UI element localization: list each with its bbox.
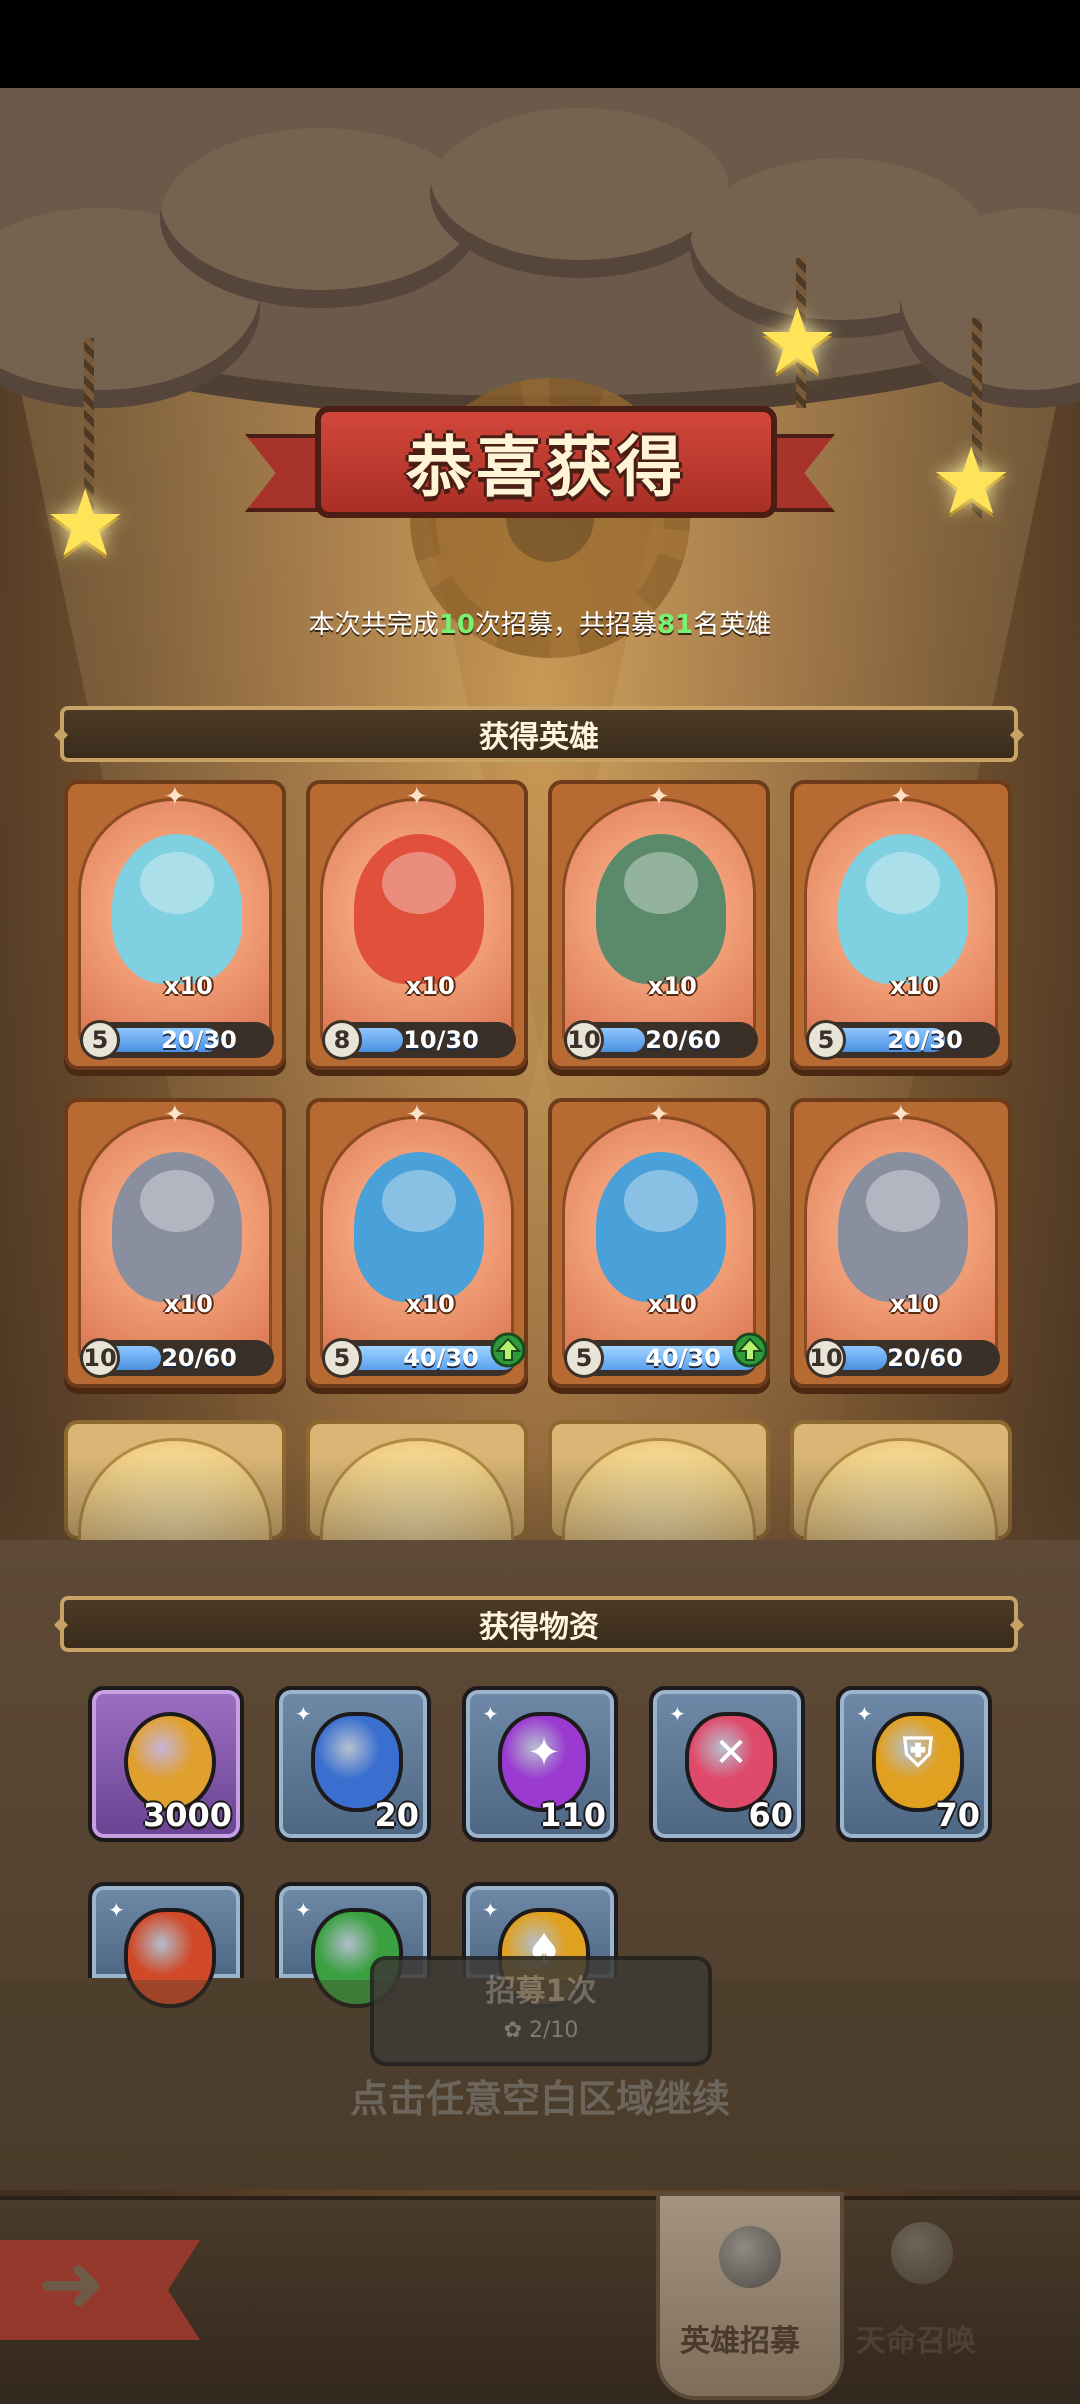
hero-count: x10: [406, 1290, 455, 1318]
item-tile[interactable]: ✦ 20: [275, 1686, 431, 1842]
hero-count: x10: [164, 1290, 213, 1318]
hero-portrait: [838, 1152, 968, 1302]
hero-card[interactable]: ✦ x10 10 20/60: [790, 1098, 1012, 1388]
cloud-puff: [160, 128, 480, 308]
sparkle-icon: ✦: [648, 1100, 670, 1130]
item-tile[interactable]: 3000: [88, 1686, 244, 1842]
item-quantity: 110: [539, 1796, 606, 1834]
sparkle-icon: ✦: [406, 1100, 428, 1130]
continue-hint[interactable]: 点击任意空白区域继续: [0, 2068, 1080, 2123]
hero-portrait: [596, 834, 726, 984]
hero-count: x10: [890, 972, 939, 1000]
sparkle-icon: ✦: [108, 1898, 125, 1922]
hero-level-badge: 5: [806, 1020, 846, 1060]
item-tile[interactable]: ✦: [88, 1882, 244, 2008]
sparkle-icon: ✦: [890, 1100, 912, 1130]
hero-level-badge: 5: [80, 1020, 120, 1060]
total-heroes-count: 81: [657, 610, 694, 640]
hero-portrait: [354, 834, 484, 984]
hero-card[interactable]: ✦ x10 10 20/60: [548, 780, 770, 1070]
hero-level-badge: 5: [564, 1338, 604, 1378]
hero-level-badge: 8: [322, 1020, 362, 1060]
hero-shard-progress: 20/60: [887, 1344, 963, 1372]
hero-progress-bar: 10 20/60: [564, 1020, 758, 1060]
hero-count: x10: [648, 972, 697, 1000]
hero-count: x10: [406, 972, 455, 1000]
item-tile[interactable]: ✦ ✦ 110: [462, 1686, 618, 1842]
upgrade-arrow-icon: [732, 1332, 768, 1368]
cloud-puff: [430, 108, 730, 278]
star-icon: ★: [756, 288, 839, 395]
tab-hero-recruit[interactable]: [656, 2192, 844, 2400]
title-ribbon: 恭喜获得: [245, 382, 835, 542]
sparkle-icon: ✦: [295, 1898, 312, 1922]
sparkle-icon: ✦: [295, 1702, 312, 1726]
hero-level-badge: 10: [80, 1338, 120, 1378]
item-quantity: 60: [748, 1796, 793, 1834]
sparkle-icon: ✦: [648, 782, 670, 812]
hero-card[interactable]: ✦ x10 8 10/30: [306, 780, 528, 1070]
hero-shard-progress: 20/60: [161, 1344, 237, 1372]
recruit-once-button[interactable]: 招募1次 ✿ 2/10: [370, 1956, 712, 2066]
sparkle-icon: ✦: [164, 1100, 186, 1130]
tab-hero-recruit-label: 英雄招募: [680, 2324, 800, 2359]
crystal-ball-icon: [719, 2226, 781, 2288]
item-quantity: 20: [374, 1796, 419, 1834]
hero-progress-bar: 5 20/30: [80, 1020, 274, 1060]
star-icon: ★: [44, 470, 127, 577]
sparkle-icon: ✦: [669, 1702, 686, 1726]
sparkle-icon: ✦: [482, 1898, 499, 1922]
sparkle-icon: ✦: [856, 1702, 873, 1726]
section-heroes-header: 获得英雄: [60, 706, 1018, 762]
hero-count: x10: [164, 972, 213, 1000]
hero-shard-progress: 10/30: [403, 1026, 479, 1054]
hero-card[interactable]: ✦ x10 10 20/60: [64, 1098, 286, 1388]
hero-shard-progress: 20/30: [161, 1026, 237, 1054]
item-quantity: 70: [935, 1796, 980, 1834]
sparkle-icon: ✦: [164, 782, 186, 812]
summon-token-icon: ✿: [503, 2018, 530, 2043]
back-arrow-icon: ➜: [38, 2237, 106, 2330]
sparkle-icon: ✦: [890, 782, 912, 812]
item-quantity: 3000: [142, 1796, 232, 1834]
hero-portrait: [112, 834, 242, 984]
hero-shard-progress: 20/60: [645, 1026, 721, 1054]
hero-progress-bar: 5 40/30: [564, 1338, 758, 1378]
hero-shard-progress: 20/30: [887, 1026, 963, 1054]
hero-progress-bar: 10 20/60: [80, 1338, 274, 1378]
hero-progress-bar: 8 10/30: [322, 1020, 516, 1060]
tab-destiny-summon[interactable]: 天命召唤: [856, 2316, 976, 2360]
hero-level-badge: 10: [806, 1338, 846, 1378]
section-items-header: 获得物资: [60, 1596, 1018, 1652]
item-tile[interactable]: ✦ ✕ 60: [649, 1686, 805, 1842]
hero-level-badge: 5: [322, 1338, 362, 1378]
recruit-summary: 本次共完成10次招募，共招募81名英雄: [308, 610, 772, 640]
hero-card[interactable]: ✦ x10 5 20/30: [64, 780, 286, 1070]
page-title: 恭喜获得: [406, 429, 686, 506]
hero-portrait: [354, 1152, 484, 1302]
hero-card[interactable]: ✦ x10 5 40/30: [548, 1098, 770, 1388]
hero-level-badge: 10: [564, 1020, 604, 1060]
hero-card[interactable]: ✦ x10 5 40/30: [306, 1098, 528, 1388]
hero-portrait: [838, 834, 968, 984]
upgrade-arrow-icon: [490, 1332, 526, 1368]
hero-portrait: [112, 1152, 242, 1302]
hero-progress-bar: 5 40/30: [322, 1338, 516, 1378]
hero-card[interactable]: ✦ x10 5 20/30: [790, 780, 1012, 1070]
recruit-count: 10: [438, 610, 475, 640]
sparkle-orb-icon: [891, 2222, 953, 2284]
hero-count: x10: [890, 1290, 939, 1318]
sparkle-icon: ✦: [406, 782, 428, 812]
hero-progress-bar: 10 20/60: [806, 1338, 1000, 1378]
star-icon: ★: [930, 428, 1013, 535]
hero-portrait: [596, 1152, 726, 1302]
item-tile[interactable]: ✦ ⛨ 70: [836, 1686, 992, 1842]
hero-progress-bar: 5 20/30: [806, 1020, 1000, 1060]
hero-count: x10: [648, 1290, 697, 1318]
status-bar: [0, 0, 1080, 88]
sparkle-icon: ✦: [482, 1702, 499, 1726]
